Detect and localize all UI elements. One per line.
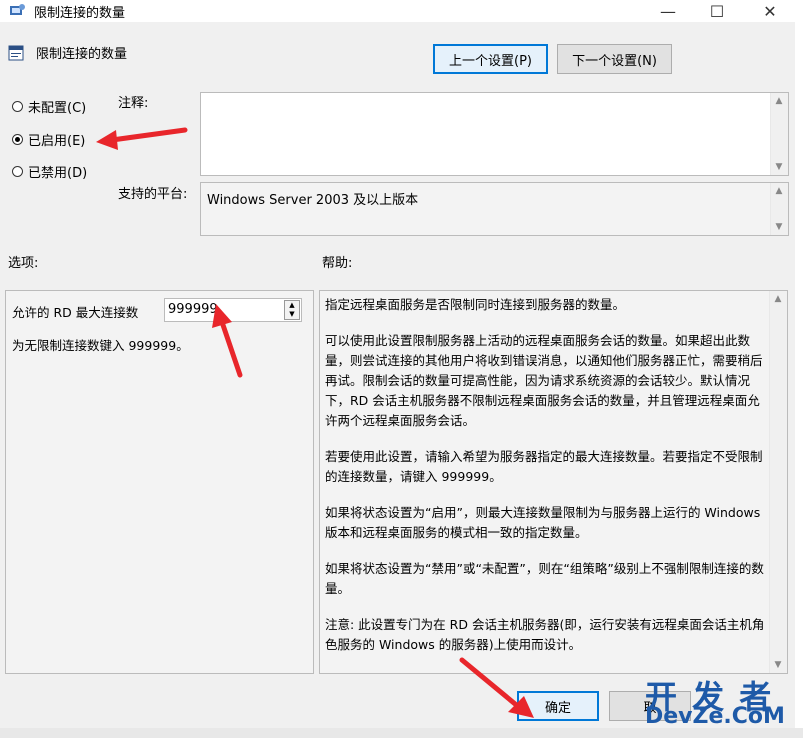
watermark-bottom: DevZe.CoM <box>645 704 785 729</box>
arrow-to-enabled <box>96 127 188 150</box>
arrow-to-ok <box>459 657 534 718</box>
annotation-arrows <box>96 127 534 718</box>
arrow-to-input <box>212 304 243 378</box>
